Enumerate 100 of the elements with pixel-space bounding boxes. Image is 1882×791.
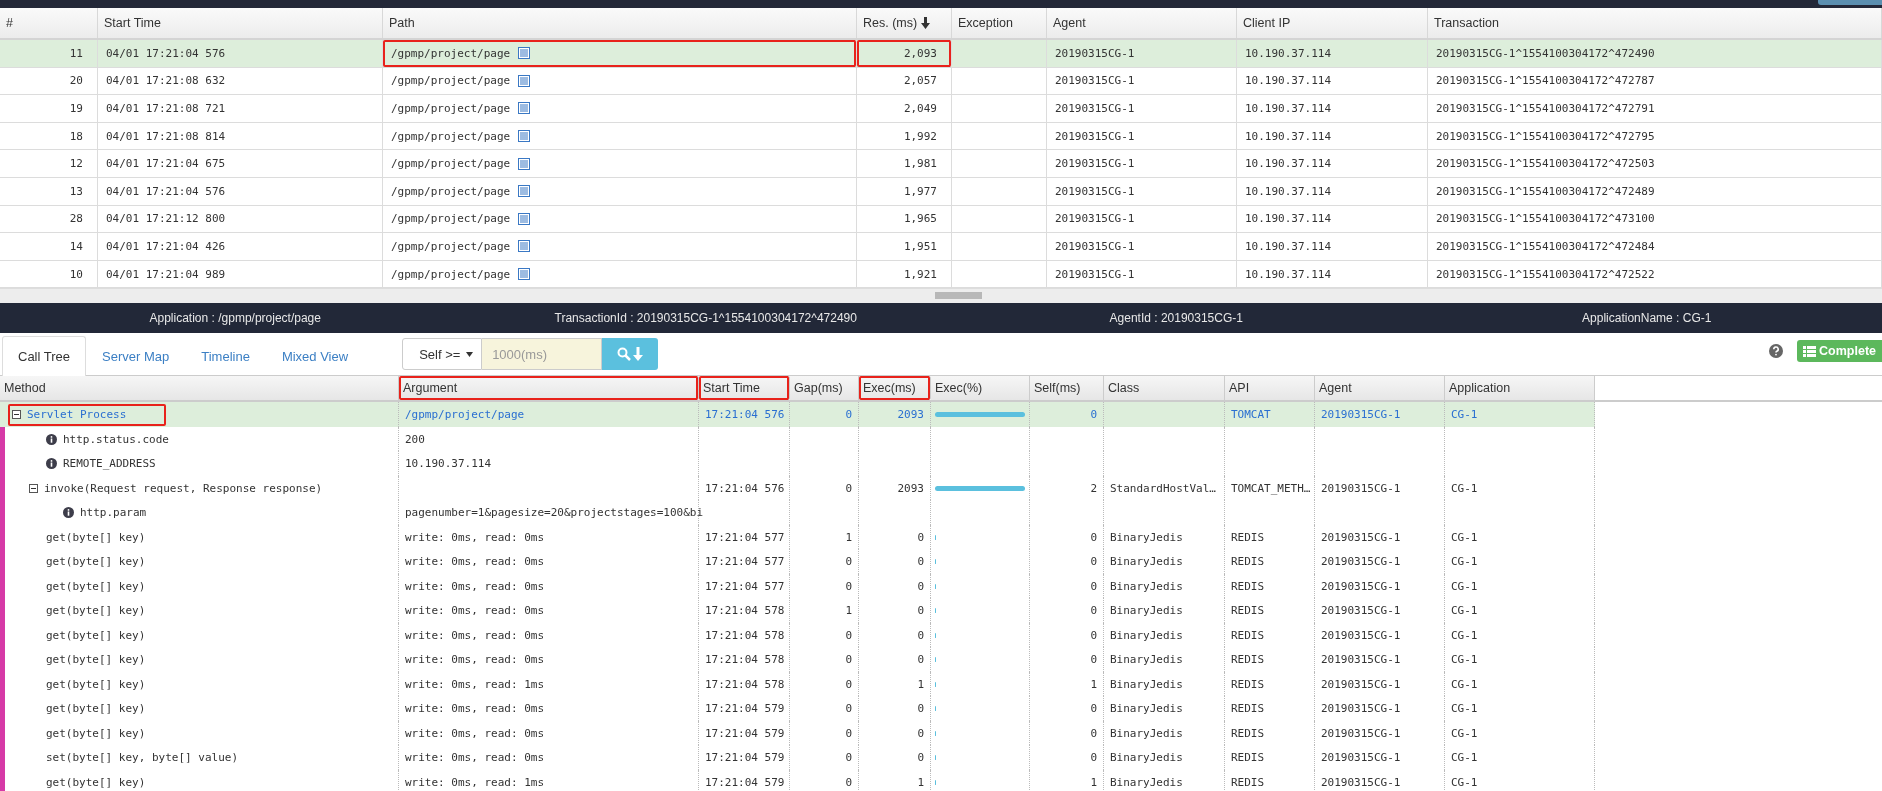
horizontal-scrollbar[interactable] [0, 288, 1882, 304]
tree-row[interactable]: get(byte[] key) write: 0ms, read: 0ms 17:21:04 578 0 0 0 BinaryJedis REDIS 20190315CG-1 CG-1 [0, 647, 1595, 672]
table-row[interactable]: 18 04/01 17:21:08 814 /gpmp/project/page 1,992 20190315CG-1 10.190.37.114 20190315CG-1^1554100304172^472795 [0, 122, 1882, 151]
table-cell: 20190315CG-1^1554100304172^472484 [1436, 239, 1655, 253]
list-icon[interactable] [518, 47, 531, 60]
table-cell: 2093 [897, 408, 924, 422]
tab[interactable]: Timeline [185, 336, 266, 377]
table-cell: 0 [917, 555, 924, 569]
column-header[interactable]: Client IP [1237, 8, 1428, 38]
table-cell: REDIS [1231, 751, 1265, 765]
method-name: get(byte[] key) [46, 726, 146, 740]
table-cell: 04/01 17:21:04 675 [106, 157, 226, 171]
table-cell: 20190315CG-1 [1055, 212, 1135, 226]
tree-row[interactable]: get(byte[] key) write: 0ms, read: 0ms 17:21:04 578 1 0 0 BinaryJedis REDIS 20190315CG-1 CG-1 [0, 598, 1595, 623]
column-header[interactable]: Application [1445, 376, 1595, 401]
help-icon[interactable] [1769, 344, 1784, 359]
table-cell: 20190315CG-1^1554100304172^472795 [1436, 129, 1655, 143]
tree-row[interactable]: get(byte[] key) write: 0ms, read: 0ms 17:21:04 579 0 0 0 BinaryJedis REDIS 20190315CG-1 CG-1 [0, 720, 1595, 746]
table-cell: 0 [1090, 702, 1097, 716]
method-name: get(byte[] key) [46, 775, 146, 789]
method-name: get(byte[] key) [46, 579, 146, 593]
table-cell: 17:21:04 579 [705, 751, 785, 765]
table-cell: 20190315CG-1 [1321, 628, 1401, 642]
list-icon[interactable] [518, 102, 531, 115]
tree-row[interactable]: REMOTE_ADDRESS 10.190.37.114 [0, 451, 1595, 476]
tree-row[interactable]: get(byte[] key) write: 0ms, read: 1ms 17:21:04 579 0 1 1 BinaryJedis REDIS 20190315CG-1 CG-1 [0, 769, 1595, 791]
tree-row[interactable]: get(byte[] key) write: 0ms, read: 0ms 17:21:04 577 1 0 0 BinaryJedis REDIS 20190315CG-1 CG-1 [0, 524, 1595, 550]
table-row[interactable]: 28 04/01 17:21:12 800 /gpmp/project/page 1,965 20190315CG-1 10.190.37.114 20190315CG-1^1554100304172^473100 [0, 205, 1882, 234]
tree-row[interactable]: http.status.code 200 [0, 426, 1595, 452]
table-cell: write: 0ms, read: 1ms [405, 775, 545, 789]
list-icon[interactable] [518, 212, 531, 225]
tree-row[interactable]: get(byte[] key) write: 0ms, read: 0ms 17:21:04 577 0 0 0 BinaryJedis REDIS 20190315CG-1 CG-1 [0, 549, 1595, 574]
table-cell: 20190315CG-1 [1055, 46, 1135, 60]
table-cell: CG-1 [1451, 604, 1478, 618]
tree-row[interactable]: get(byte[] key) write: 0ms, read: 0ms 17:21:04 578 0 0 0 BinaryJedis REDIS 20190315CG-1 CG-1 [0, 622, 1595, 648]
column-header[interactable]: Class [1104, 376, 1225, 401]
table-cell: /gpmp/project/page [391, 184, 511, 198]
tree-row[interactable]: get(byte[] key) write: 0ms, read: 1ms 17:21:04 578 0 1 1 BinaryJedis REDIS 20190315CG-1 CG-1 [0, 671, 1595, 697]
column-header[interactable]: Agent [1315, 376, 1445, 401]
tree-row[interactable]: get(byte[] key) write: 0ms, read: 0ms 17:21:04 579 0 0 0 BinaryJedis REDIS 20190315CG-1 CG-1 [0, 696, 1595, 721]
table-cell: 20190315CG-1 [1321, 530, 1401, 544]
column-header[interactable]: Method [0, 376, 399, 401]
table-cell: CG-1 [1451, 628, 1478, 642]
table-cell: write: 0ms, read: 0ms [405, 702, 545, 716]
column-header[interactable]: Agent [1047, 8, 1237, 38]
column-header[interactable]: Exec(ms) [859, 376, 931, 401]
column-header[interactable]: # [0, 8, 98, 38]
filter-select[interactable]: Self >= [402, 338, 483, 371]
list-icon[interactable] [518, 74, 531, 87]
table-row[interactable]: 20 04/01 17:21:08 632 /gpmp/project/page 2,057 20190315CG-1 10.190.37.114 20190315CG-1^1554100304172^472787 [0, 67, 1882, 96]
table-cell: 10.190.37.114 [1245, 46, 1332, 60]
list-icon[interactable] [518, 130, 531, 143]
table-cell: 20190315CG-1^1554100304172^473100 [1436, 212, 1655, 226]
column-header[interactable]: Transaction [1428, 8, 1882, 38]
column-header[interactable]: Path [383, 8, 857, 38]
table-row[interactable]: 11 04/01 17:21:04 576 /gpmp/project/page 2,093 20190315CG-1 10.190.37.114 20190315CG-1^1554100304172^472490 [0, 40, 1882, 68]
tree-row[interactable]: set(byte[] key, byte[] value) write: 0ms, read: 0ms 17:21:04 579 0 0 0 BinaryJedis REDIS 20190315CG-1 CG-1 [0, 745, 1595, 770]
table-row[interactable]: 13 04/01 17:21:04 576 /gpmp/project/page 1,977 20190315CG-1 10.190.37.114 20190315CG-1^1554100304172^472489 [0, 177, 1882, 206]
collapse-icon[interactable] [29, 483, 38, 493]
table-row[interactable]: 19 04/01 17:21:08 721 /gpmp/project/page 2,049 20190315CG-1 10.190.37.114 20190315CG-1^1554100304172^472791 [0, 95, 1882, 123]
list-icon[interactable] [518, 185, 531, 198]
table-row[interactable]: 14 04/01 17:21:04 426 /gpmp/project/page 1,951 20190315CG-1 10.190.37.114 20190315CG-1^1554100304172^472484 [0, 233, 1882, 261]
table-cell: 2 [1090, 481, 1097, 495]
table-row[interactable]: 12 04/01 17:21:04 675 /gpmp/project/page 1,981 20190315CG-1 10.190.37.114 20190315CG-1^1554100304172^472503 [0, 150, 1882, 178]
list-icon[interactable] [518, 268, 531, 281]
table-cell: 17:21:04 578 [705, 628, 785, 642]
table-cell: StandardHostVal… [1110, 481, 1216, 495]
column-header[interactable]: Res. (ms) [857, 8, 952, 38]
collapse-icon[interactable] [12, 410, 21, 420]
tree-row[interactable]: Servlet Process /gpmp/project/page 17:21:04 576 0 2093 0 TOMCAT 20190315CG-1 CG-1 [0, 402, 1595, 427]
column-header[interactable]: Start Time [98, 8, 383, 38]
column-header[interactable]: Self(ms) [1030, 376, 1104, 401]
table-cell: 17:21:04 579 [705, 775, 785, 789]
column-header[interactable]: Exception [952, 8, 1047, 38]
tree-row[interactable]: get(byte[] key) write: 0ms, read: 0ms 17:21:04 577 0 0 0 BinaryJedis REDIS 20190315CG-1 CG-1 [0, 573, 1595, 599]
threshold-input[interactable]: 1000(ms) [482, 338, 603, 371]
column-header[interactable]: API [1225, 376, 1315, 401]
table-cell: 0 [1090, 628, 1097, 642]
list-icon[interactable] [518, 240, 531, 253]
column-header[interactable]: Exec(%) [931, 376, 1030, 401]
table-cell: REDIS [1231, 775, 1265, 789]
tree-row[interactable]: http.param pagenumber=1&pagesize=20&projectstages=100&bi [0, 500, 1595, 525]
column-header[interactable]: Argument [399, 376, 699, 401]
table-cell: 1,965 [903, 212, 937, 226]
table-cell: CG-1 [1451, 530, 1478, 544]
table-cell: 0 [845, 555, 852, 569]
timeline-handle[interactable] [1818, 0, 1882, 5]
column-header[interactable]: Gap(ms) [790, 376, 859, 401]
table-cell: REDIS [1231, 677, 1265, 691]
tree-row[interactable]: invoke(Request request, Response response) 17:21:04 576 0 2093 2 StandardHostVal… TOMCAT_METH… 20190315CG-1 CG-1 [0, 475, 1595, 501]
table-cell: 20190315CG-1 [1321, 604, 1401, 618]
tab[interactable]: Mixed View [265, 336, 365, 377]
table-cell: 20190315CG-1 [1055, 129, 1135, 143]
list-icon[interactable] [518, 157, 531, 170]
table-cell: 0 [1090, 408, 1097, 422]
table-cell: 0 [917, 726, 924, 740]
column-header[interactable]: Start Time [699, 376, 790, 401]
tab[interactable]: Server Map [86, 336, 186, 377]
tab[interactable]: Call Tree [2, 336, 87, 377]
table-cell: 20190315CG-1^1554100304172^472503 [1436, 157, 1655, 171]
